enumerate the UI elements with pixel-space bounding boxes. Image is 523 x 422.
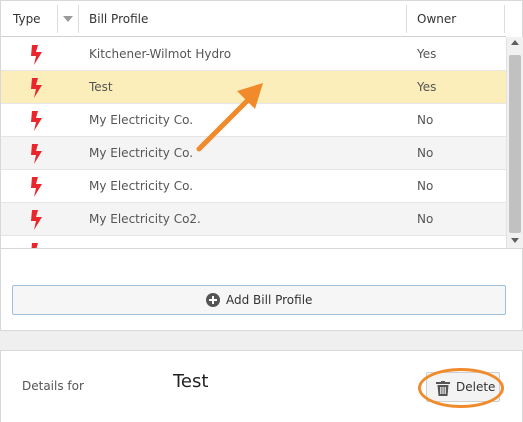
scroll-up-arrow-icon[interactable] bbox=[511, 40, 519, 45]
column-separator bbox=[504, 5, 505, 33]
annotation-arrow-icon bbox=[196, 83, 263, 152]
column-menu-button[interactable] bbox=[57, 5, 79, 33]
add-bill-profile-button[interactable]: Add Bill Profile bbox=[12, 285, 506, 315]
delete-label: Delete bbox=[456, 380, 496, 394]
column-header-owner[interactable]: Owner bbox=[417, 1, 456, 37]
column-header-bill-profile[interactable]: Bill Profile bbox=[89, 1, 148, 37]
details-panel: Details for Test Delete bbox=[0, 350, 523, 422]
plus-circle-icon bbox=[206, 293, 220, 307]
table-row[interactable]: My Electricity Co2. No bbox=[1, 203, 506, 236]
bill-profile-cell: My Electricity Co. bbox=[89, 179, 194, 193]
scroll-thumb[interactable] bbox=[509, 55, 521, 233]
lightning-icon bbox=[31, 144, 42, 164]
trash-icon bbox=[436, 381, 450, 396]
bill-profile-cell: My Electricity Co2. bbox=[89, 212, 201, 226]
table-row[interactable]: My Electricity Co. No bbox=[1, 170, 506, 203]
delete-button[interactable]: Delete bbox=[426, 372, 500, 402]
owner-cell: No bbox=[417, 113, 434, 127]
bill-profile-panel: Type Bill Profile Owner Kitchener-Wilmot… bbox=[0, 0, 523, 331]
table-row[interactable]: Kitchener-Wilmot Hydro Yes bbox=[1, 38, 506, 71]
caret-down-icon bbox=[63, 16, 73, 22]
lightning-icon bbox=[31, 78, 42, 98]
grid-header: Type Bill Profile Owner bbox=[1, 1, 506, 37]
lightning-icon bbox=[31, 111, 42, 131]
owner-cell: No bbox=[417, 212, 434, 226]
add-bill-profile-label: Add Bill Profile bbox=[226, 293, 313, 307]
owner-cell: Yes bbox=[417, 80, 437, 94]
bill-profile-cell: Kitchener-Wilmot Hydro bbox=[89, 47, 232, 61]
lightning-icon bbox=[31, 45, 42, 65]
bill-profile-cell: My Electricity Co. bbox=[89, 146, 194, 160]
owner-cell: No bbox=[417, 146, 434, 160]
grid-scrollbar[interactable] bbox=[506, 37, 523, 248]
bill-profile-cell: Test bbox=[89, 80, 113, 94]
column-separator bbox=[406, 5, 407, 33]
details-label: Details for bbox=[22, 379, 84, 393]
bill-profile-cell: My Electricity Co. bbox=[89, 113, 194, 127]
scroll-down-arrow-icon[interactable] bbox=[511, 238, 519, 243]
lightning-icon bbox=[31, 177, 42, 197]
owner-cell: Yes bbox=[417, 47, 437, 61]
details-profile-name: Test bbox=[173, 371, 209, 392]
owner-cell: No bbox=[417, 179, 434, 193]
lightning-icon bbox=[31, 210, 42, 230]
column-header-type[interactable]: Type bbox=[13, 1, 41, 37]
table-row[interactable] bbox=[1, 236, 506, 248]
lightning-icon bbox=[31, 243, 38, 248]
